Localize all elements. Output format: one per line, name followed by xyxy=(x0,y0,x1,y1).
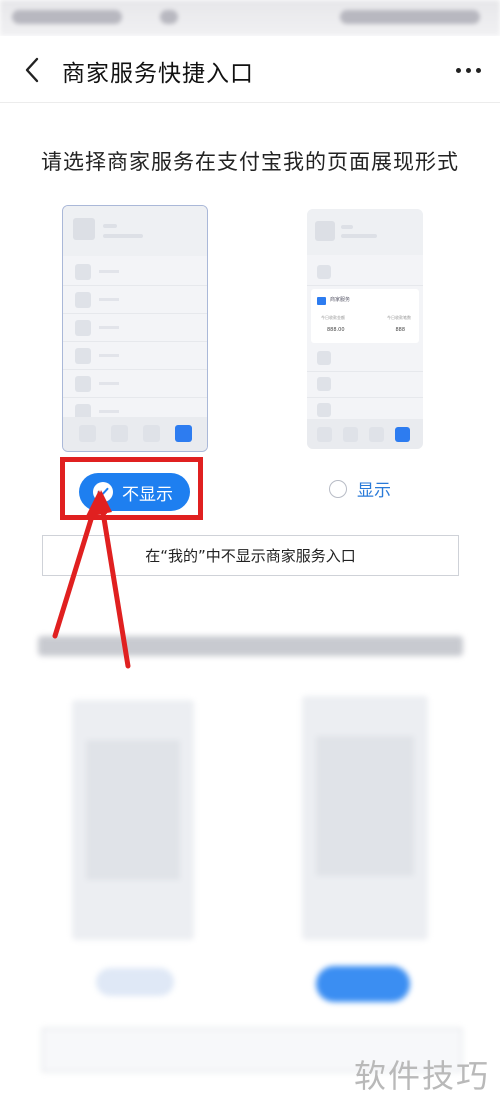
more-dots-icon xyxy=(455,67,481,73)
option-show-label: 显示 xyxy=(357,481,391,501)
blurred-section xyxy=(0,600,500,1111)
chevron-left-icon xyxy=(25,57,39,83)
section-title: 请选择商家服务在支付宝我的页面展现形式 xyxy=(41,150,459,174)
nav-bar: 商家服务快捷入口 xyxy=(0,36,500,103)
highlight-box xyxy=(60,457,203,520)
store-icon xyxy=(317,297,326,305)
preview-show[interactable]: 商家服务 今日收款金额 今日收款笔数 888.00 888 xyxy=(307,209,423,449)
back-button[interactable] xyxy=(12,50,52,90)
radio-circle-icon xyxy=(329,479,347,498)
status-bar xyxy=(0,0,500,36)
watermark: 软件技巧 xyxy=(353,1057,490,1095)
option-description: 在“我的”中不显示商家服务入口 xyxy=(42,535,459,576)
preview-hide[interactable] xyxy=(62,205,208,452)
option-show-radio[interactable]: 显示 xyxy=(329,476,391,501)
more-menu-button[interactable] xyxy=(448,54,488,86)
page-title: 商家服务快捷入口 xyxy=(62,61,254,87)
